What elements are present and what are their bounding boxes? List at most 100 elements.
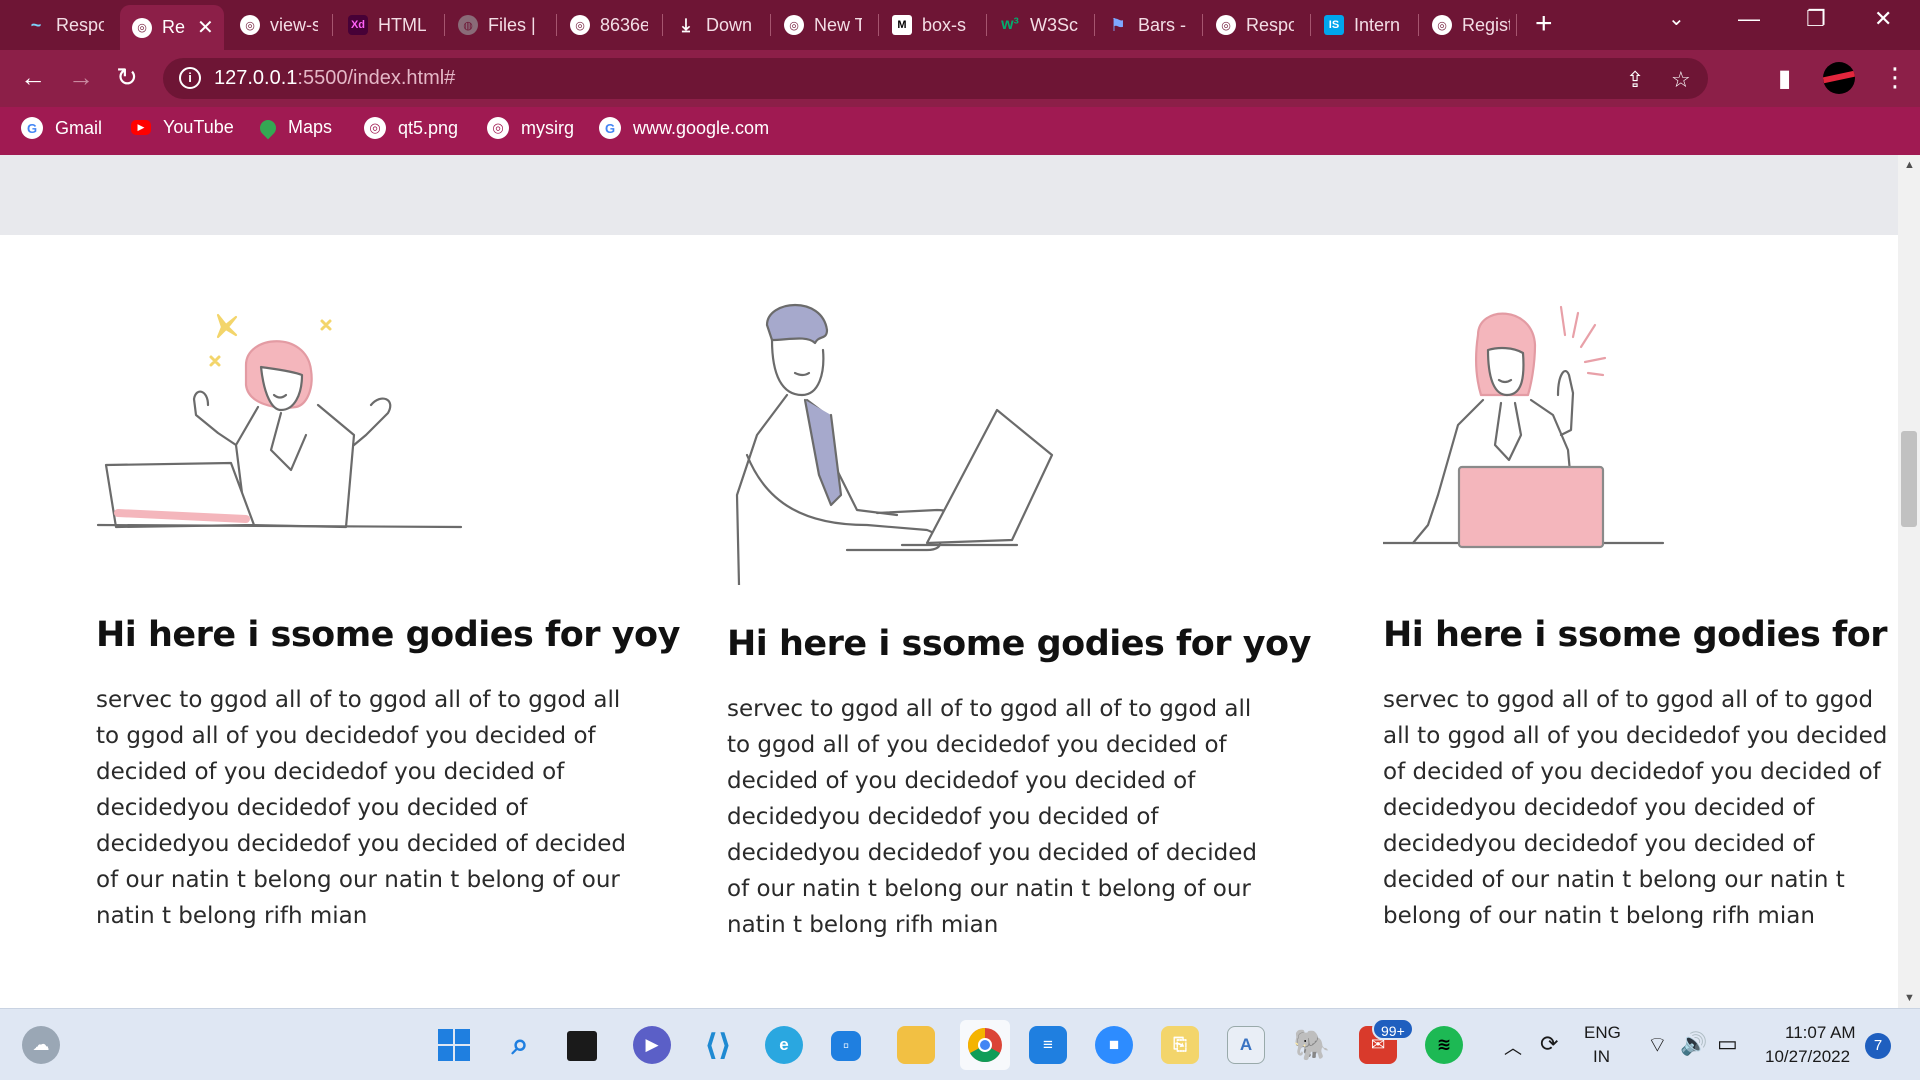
- google-icon: G: [21, 117, 43, 139]
- vscode-icon[interactable]: ⟨⟩: [699, 1026, 737, 1064]
- side-panel-icon[interactable]: ▮: [1778, 64, 1791, 93]
- teams-chat-icon[interactable]: ▶: [633, 1026, 671, 1064]
- notepad-icon[interactable]: ≡: [1029, 1026, 1067, 1064]
- tab-internshala[interactable]: IS Intern: [1312, 7, 1416, 43]
- url-path: :5500/index.html#: [297, 67, 456, 89]
- url-text[interactable]: 127.0.0.1:5500/index.html#: [214, 67, 455, 90]
- man-typing-illustration: [735, 304, 1054, 585]
- tab-view-s[interactable]: ◎ view-s: [228, 7, 328, 43]
- spotify-icon[interactable]: ≋: [1425, 1026, 1463, 1064]
- sync-icon[interactable]: ⟳: [1540, 1031, 1558, 1057]
- tab-divider: [878, 14, 879, 36]
- tab-downloads[interactable]: ⤓ Down: [664, 7, 768, 43]
- youtube-icon: ▶: [131, 120, 151, 135]
- bookmark-gmail[interactable]: G Gmail: [21, 117, 102, 139]
- tab-active[interactable]: ◎ Re ✕: [120, 5, 224, 50]
- clock-date[interactable]: 10/27/2022: [1765, 1047, 1850, 1067]
- card-title: Hi here i ssome godies for yoy: [96, 615, 680, 655]
- bookmark-qt5[interactable]: ◎ qt5.png: [364, 117, 458, 139]
- search-icon[interactable]: ⌕: [501, 1026, 539, 1064]
- page-scrollbar[interactable]: ▲ ▼: [1898, 155, 1920, 1008]
- bookmark-star-icon[interactable]: ☆: [1671, 67, 1691, 93]
- close-tab-icon[interactable]: ✕: [197, 15, 214, 40]
- tab-divider: [556, 14, 557, 36]
- bookmark-google[interactable]: G www.google.com: [599, 117, 769, 139]
- tab-box-s[interactable]: M box-s: [880, 7, 984, 43]
- clock-time[interactable]: 11:07 AM: [1785, 1023, 1856, 1043]
- card-body: servec to ggod all of to ggod all of to …: [1383, 687, 1888, 929]
- notification-count-badge[interactable]: 7: [1865, 1033, 1891, 1059]
- bookmark-youtube[interactable]: ▶ YouTube: [131, 117, 234, 138]
- region-label[interactable]: IN: [1593, 1047, 1610, 1067]
- card-body: servec to ggod all of to ggod all of to …: [727, 696, 1257, 938]
- chrome-icon[interactable]: [960, 1020, 1010, 1070]
- scroll-down-icon[interactable]: ▼: [1904, 992, 1915, 1004]
- url-host: 127.0.0.1: [214, 67, 298, 89]
- tab-divider: [1202, 14, 1203, 36]
- language-label[interactable]: ENG: [1584, 1023, 1621, 1043]
- weather-icon[interactable]: ☁: [22, 1026, 60, 1064]
- minimize-icon[interactable]: —: [1738, 6, 1760, 32]
- restore-icon[interactable]: ❐: [1806, 6, 1826, 32]
- postgres-icon[interactable]: 🐘: [1293, 1026, 1331, 1064]
- globe-icon: ◎: [784, 15, 804, 35]
- tab-search-icon[interactable]: ⌄: [1668, 6, 1685, 31]
- tailwind-icon: ~: [30, 14, 42, 35]
- globe-icon: ◎: [570, 15, 590, 35]
- start-icon[interactable]: [435, 1026, 473, 1064]
- bookmark-mysirg[interactable]: ◎ mysirg: [487, 117, 574, 139]
- tab-new[interactable]: ◎ New T: [772, 7, 876, 43]
- volume-icon[interactable]: 🔊: [1680, 1031, 1707, 1057]
- file-explorer-icon[interactable]: [897, 1026, 935, 1064]
- xd-icon: Xd: [348, 15, 368, 35]
- battery-icon[interactable]: ▭: [1717, 1031, 1738, 1057]
- chevron-up-icon[interactable]: ︿: [1504, 1034, 1522, 1060]
- tab-respo[interactable]: ~ Respo: [14, 7, 120, 43]
- menu-kebab-icon[interactable]: ⋮: [1882, 62, 1908, 93]
- globe-icon: ◎: [132, 17, 152, 38]
- feature-card: Hi here i ssome godies for yoy servec to…: [727, 155, 1311, 1008]
- forward-icon[interactable]: →: [68, 62, 94, 92]
- tab-divider: [1310, 14, 1311, 36]
- address-bar[interactable]: i 127.0.0.1:5500/index.html# ☆ ⇪: [163, 58, 1708, 99]
- task-view-icon[interactable]: [567, 1031, 597, 1061]
- tab-w3schools[interactable]: w³ W3Sc: [988, 7, 1092, 43]
- feature-card: Hi here i ssome godies for yoy servec to…: [1383, 155, 1898, 1008]
- avatar[interactable]: [1823, 62, 1855, 94]
- files-icon: ◍: [458, 15, 478, 35]
- close-window-icon[interactable]: ✕: [1874, 6, 1892, 32]
- edge-icon[interactable]: e: [765, 1026, 803, 1064]
- scroll-up-icon[interactable]: ▲: [1904, 159, 1915, 171]
- wifi-icon[interactable]: ⌔: [1647, 1031, 1668, 1059]
- windows-taskbar: ☁ ⌕ ▶ ⟨⟩ e ▫ ≡ ■ ⎘ A 🐘 ✉ ≋ ︿ ⟳ ENG IN ⌔ …: [0, 1008, 1920, 1080]
- tab-respo-2[interactable]: ◎ Respo: [1204, 7, 1308, 43]
- back-icon[interactable]: ←: [20, 62, 46, 92]
- paint-icon[interactable]: A: [1227, 1026, 1265, 1064]
- tab-bars[interactable]: ⚑ Bars -: [1096, 7, 1200, 43]
- bookmark-maps[interactable]: Maps: [256, 116, 332, 139]
- scroll-thumb[interactable]: [1901, 431, 1917, 527]
- tab-divider: [1094, 14, 1095, 36]
- bookmarks-bar: G Gmail ▶ YouTube Maps ◎ qt5.png ◎ mysir…: [0, 107, 1920, 155]
- python-file-icon[interactable]: ⎘: [1161, 1026, 1199, 1064]
- woman-idea-illustration: [1383, 305, 1665, 549]
- download-icon: ⤓: [682, 14, 690, 35]
- site-info-icon[interactable]: i: [179, 67, 201, 89]
- tab-divider: [332, 14, 333, 36]
- zoom-icon[interactable]: ■: [1095, 1026, 1133, 1064]
- globe-icon: ◎: [1432, 15, 1452, 35]
- globe-icon: ◎: [364, 117, 386, 139]
- card-title: Hi here i ssome godies for yoy: [727, 624, 1311, 664]
- tab-register[interactable]: ◎ Regist: [1420, 7, 1520, 43]
- maps-icon: [256, 116, 280, 139]
- tab-files[interactable]: ◍ Files |: [446, 7, 554, 43]
- new-tab-icon[interactable]: +: [1535, 9, 1553, 39]
- tab-html[interactable]: Xd HTML: [336, 7, 440, 43]
- google-icon: G: [599, 117, 621, 139]
- page-viewport: Hi here i ssome godies for yoy servec to…: [0, 155, 1898, 1008]
- tab-8636e[interactable]: ◎ 8636e: [558, 7, 658, 43]
- reload-icon[interactable]: ↻: [116, 62, 138, 92]
- store-icon[interactable]: ▫: [831, 1031, 861, 1061]
- tab-divider: [444, 14, 445, 36]
- share-icon[interactable]: ⇪: [1626, 67, 1644, 93]
